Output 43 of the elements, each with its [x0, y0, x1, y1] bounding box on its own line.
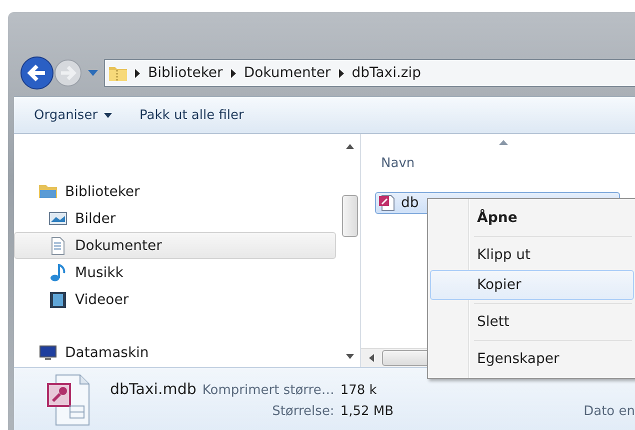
film-icon: [49, 290, 67, 309]
property-label: Størrelse:: [272, 404, 334, 419]
nav-item[interactable]: Bilder: [14, 205, 336, 232]
nav-item[interactable]: Musikk: [14, 259, 336, 286]
menu-item[interactable]: Kopier: [430, 270, 634, 300]
picture-icon: [49, 210, 67, 228]
property-label: Dato en: [584, 404, 635, 419]
column-header[interactable]: Navn: [381, 156, 415, 171]
computer-icon: [39, 344, 57, 362]
sort-arrow-icon: [499, 140, 508, 145]
menu-item[interactable]: Egenskaper: [430, 344, 634, 374]
breadcrumb-arrow-icon: [230, 68, 236, 78]
nav-item[interactable]: Biblioteker: [14, 178, 336, 206]
address-bar[interactable]: Biblioteker Dokumenter dbTaxi.zip: [104, 59, 635, 87]
nav-item[interactable]: Videoer: [14, 286, 336, 314]
document-icon: [49, 236, 67, 255]
toolbar-button[interactable]: Pakk ut alle filer: [132, 104, 252, 126]
breadcrumb-item[interactable]: Biblioteker: [148, 65, 223, 81]
scroll-up-icon[interactable]: [346, 144, 354, 149]
music-note-icon: [49, 264, 67, 282]
property-label: Komprimert større…: [202, 383, 334, 398]
caret-icon: [104, 112, 112, 118]
database-file-icon: [379, 195, 395, 211]
breadcrumb-arrow-icon: [338, 68, 344, 78]
breadcrumb-arrow-icon: [135, 68, 140, 78]
organise-menu-button[interactable]: Organiser: [26, 104, 120, 126]
library-folder-icon: [39, 182, 57, 201]
scroll-left-icon[interactable]: [369, 354, 374, 362]
menu-item[interactable]: Klipp ut: [430, 240, 634, 270]
breadcrumb-item[interactable]: Dokumenter: [244, 65, 331, 81]
database-file-icon: [46, 374, 90, 426]
dropdown-caret-icon[interactable]: [88, 70, 98, 76]
scroll-down-icon[interactable]: [346, 354, 354, 359]
breadcrumb-item[interactable]: dbTaxi.zip: [352, 65, 422, 81]
scroll-thumb[interactable]: [342, 195, 358, 237]
menu-item[interactable]: Slett: [430, 307, 634, 337]
nav-item[interactable]: Dokumenter: [14, 232, 336, 260]
nav-item[interactable]: Datamaskin: [14, 340, 336, 367]
property-value: 178 k: [340, 383, 378, 398]
file-name: dbTaxi.mdb: [110, 380, 196, 398]
property-value: 1,52 MB: [340, 404, 394, 419]
zip-folder-icon: [109, 65, 127, 81]
menu-item[interactable]: Åpne: [430, 203, 634, 233]
